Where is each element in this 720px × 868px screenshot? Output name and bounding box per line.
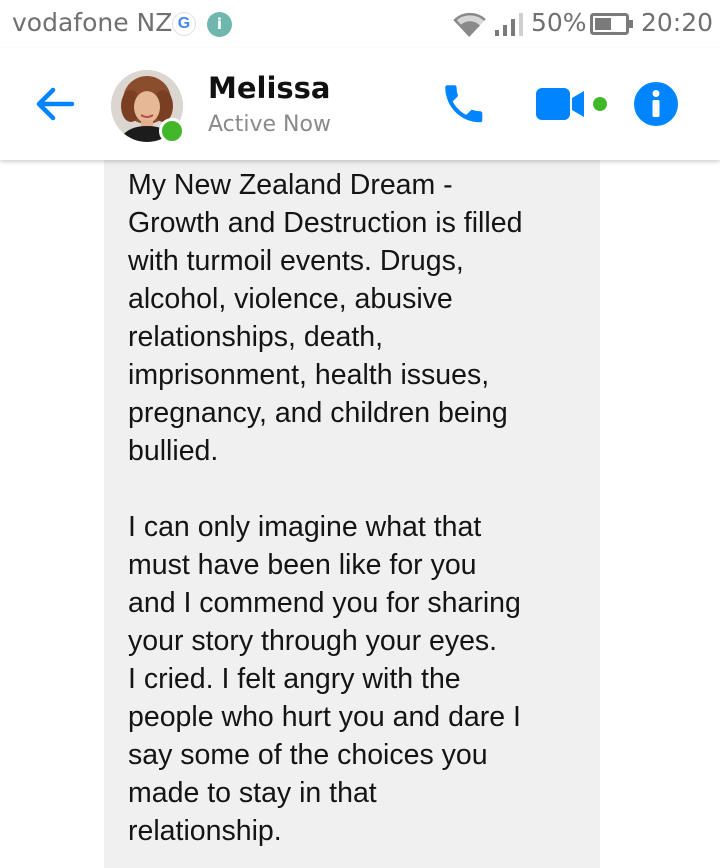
- back-button[interactable]: [28, 78, 80, 130]
- chat-header: Melissa Active Now: [0, 48, 720, 160]
- message-line: relationship.: [128, 815, 282, 847]
- video-call-button[interactable]: [534, 82, 610, 126]
- online-presence-dot: [159, 118, 185, 144]
- google-g-icon: G: [172, 12, 196, 36]
- message-line: must have been like for you: [128, 549, 477, 581]
- battery-icon: [590, 13, 633, 35]
- status-clock: 20:20: [641, 8, 714, 37]
- message-line: people who hurt you and dare I: [128, 701, 521, 733]
- video-camera-icon: [536, 88, 607, 120]
- wifi-icon: [453, 12, 486, 37]
- contact-active-status: Active Now: [208, 112, 331, 137]
- carrier-name: vodafone NZ: [12, 8, 173, 37]
- messenger-screen: vodafone NZ G i 50% 20:20 Melissa Active…: [0, 0, 720, 868]
- message-text: My New Zealand Dream - Growth and Destru…: [128, 166, 598, 850]
- info-icon: [634, 82, 678, 126]
- message-line: made to stay in that: [128, 777, 377, 809]
- notification-info-icon: i: [207, 12, 232, 37]
- received-message-bubble[interactable]: My New Zealand Dream - Growth and Destru…: [104, 160, 600, 868]
- status-bar: vodafone NZ G i 50% 20:20: [0, 0, 720, 48]
- message-line: I can only imagine what that: [128, 511, 482, 543]
- message-line: say some of the choices you: [128, 739, 488, 771]
- message-line: relationships, death,: [128, 321, 384, 353]
- message-line: pregnancy, and children being: [128, 397, 508, 429]
- message-line: alcohol, violence, abusive: [128, 283, 453, 315]
- message-line: your story through your eyes.: [128, 625, 498, 657]
- message-line: Growth and Destruction is filled: [128, 207, 523, 239]
- voice-call-button[interactable]: [438, 78, 490, 130]
- message-line: bullied.: [128, 435, 219, 467]
- message-line: with turmoil events. Drugs,: [128, 245, 464, 277]
- message-line: My New Zealand Dream -: [128, 169, 453, 201]
- message-line: I cried. I felt angry with the: [128, 663, 461, 695]
- battery-percent: 50%: [531, 8, 587, 37]
- message-thread[interactable]: My New Zealand Dream - Growth and Destru…: [0, 160, 720, 868]
- back-arrow-icon: [36, 87, 75, 121]
- contact-avatar[interactable]: [111, 70, 185, 144]
- phone-icon: [445, 85, 483, 123]
- cell-signal-icon: [495, 13, 523, 36]
- contact-name[interactable]: Melissa: [208, 71, 331, 105]
- message-line: and I commend you for sharing: [128, 587, 521, 619]
- message-line: imprisonment, health issues,: [128, 359, 490, 391]
- conversation-info-button[interactable]: [632, 80, 680, 128]
